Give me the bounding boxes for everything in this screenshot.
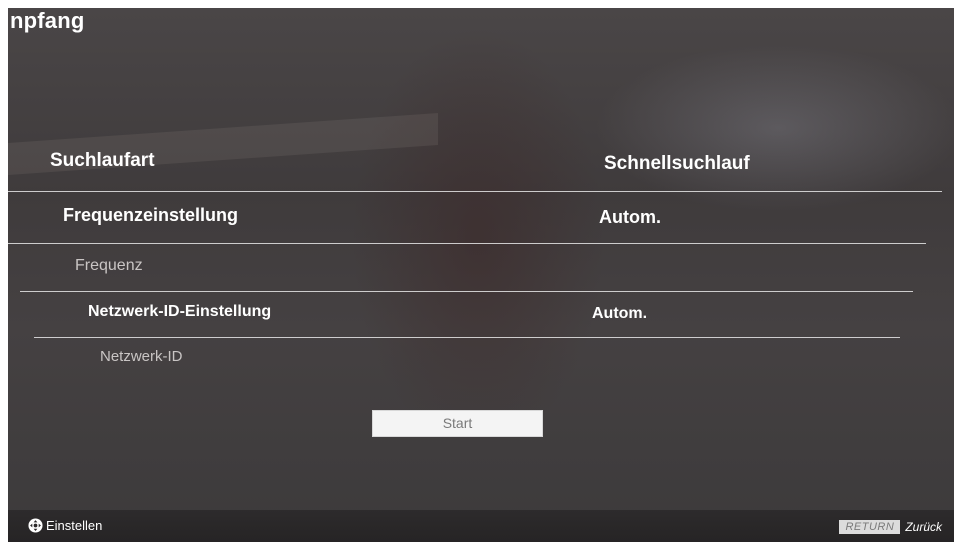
row-divider bbox=[8, 243, 926, 244]
setting-row-netzwerk-id: Netzwerk-ID bbox=[8, 348, 954, 378]
row-divider bbox=[8, 191, 942, 192]
start-button[interactable]: Start bbox=[372, 410, 543, 437]
page-title: npfang bbox=[10, 8, 85, 33]
hint-zuruck: RETURN Zurück bbox=[839, 520, 942, 534]
hint-einstellen-label: Einstellen bbox=[46, 518, 103, 533]
setting-label: Frequenzeinstellung bbox=[63, 205, 239, 225]
dpad-icon bbox=[28, 518, 43, 533]
setting-value: Schnellsuchlauf bbox=[604, 153, 750, 174]
setting-value: Autom. bbox=[599, 207, 661, 227]
setting-row-suchlaufart[interactable]: Suchlaufart Schnellsuchlauf bbox=[8, 150, 954, 190]
setting-row-netzwerk-id-einstellung[interactable]: Netzwerk-ID-Einstellung Autom. bbox=[8, 303, 954, 337]
setting-value: Autom. bbox=[592, 305, 648, 322]
setting-label: Suchlaufart bbox=[50, 150, 155, 171]
setting-label: Netzwerk-ID bbox=[100, 348, 183, 365]
return-key-badge: RETURN bbox=[839, 520, 901, 534]
tv-screen: npfang Suchlaufart Schnellsuchlauf Frequ… bbox=[8, 8, 954, 542]
hint-einstellen: Einstellen bbox=[28, 518, 102, 533]
setting-row-frequenzeinstellung[interactable]: Frequenzeinstellung Autom. bbox=[8, 205, 954, 243]
setting-label: Frequenz bbox=[75, 257, 143, 274]
setting-label: Netzwerk-ID-Einstellung bbox=[88, 303, 272, 320]
bottom-hint-bar: Einstellen RETURN Zurück bbox=[8, 510, 954, 542]
row-divider bbox=[34, 337, 900, 338]
row-divider bbox=[20, 291, 913, 292]
setting-row-frequenz: Frequenz bbox=[8, 257, 954, 287]
hint-zuruck-label: Zurück bbox=[905, 520, 942, 534]
